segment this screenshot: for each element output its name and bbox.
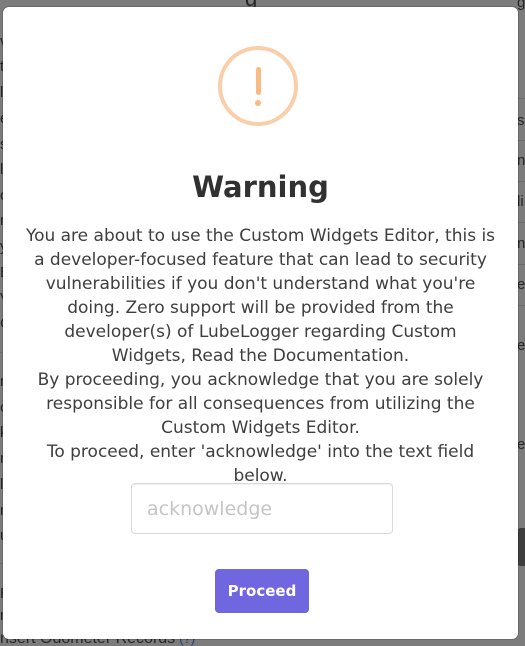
background-divider [517, 140, 525, 141]
background-divider [517, 98, 525, 99]
dialog-message: You are about to use the Custom Widgets … [25, 224, 496, 488]
background-divider [517, 264, 525, 265]
dialog-title: Warning [192, 170, 329, 204]
proceed-button[interactable]: Proceed [215, 569, 309, 613]
background-text-fragment: s [517, 112, 525, 129]
background-text-fragment: n [517, 152, 525, 169]
exclamation-mark [255, 66, 261, 106]
acknowledge-input[interactable] [131, 483, 393, 534]
background-button [517, 528, 525, 566]
background-text-fragment: li [517, 193, 524, 210]
exclamation-dot [255, 99, 261, 106]
background-text-fragment: e [517, 436, 525, 453]
background-text-fragment: e [517, 276, 525, 293]
exclamation-bar [255, 66, 261, 95]
warning-exclamation-icon [218, 46, 298, 126]
dialog-message-paragraph: By proceeding, you acknowledge that you … [37, 370, 484, 438]
background-text-fragment: ne [517, 235, 525, 252]
background-divider [517, 305, 525, 306]
background-text-fragment: e [517, 337, 525, 354]
warning-dialog: Warning You are about to use the Custom … [3, 7, 518, 639]
background-text-fragment: ge [517, 0, 525, 11]
background-divider [517, 222, 525, 223]
dialog-message-paragraph: To proceed, enter 'acknowledge' into the… [46, 442, 475, 486]
background-divider [517, 181, 525, 182]
dialog-message-paragraph: You are about to use the Custom Widgets … [25, 226, 496, 366]
